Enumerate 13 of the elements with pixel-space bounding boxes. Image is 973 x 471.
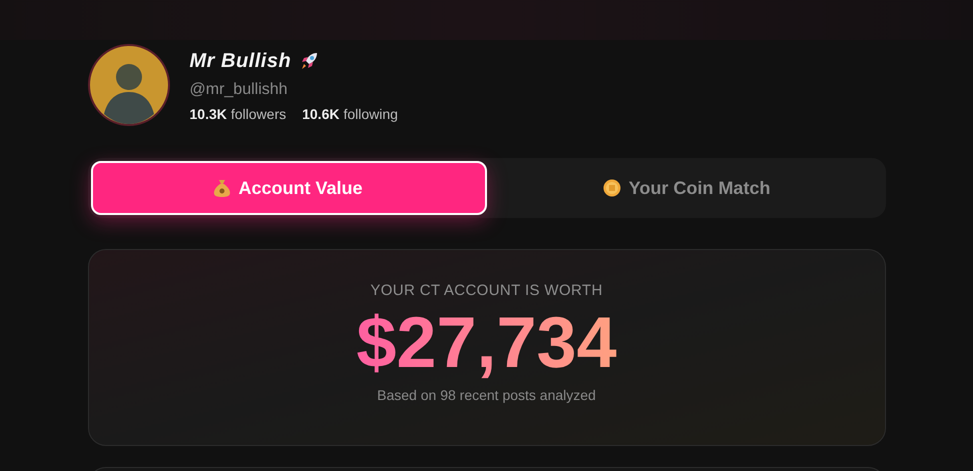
profile-name: Mr Bullish	[190, 48, 292, 74]
followers-count: 10.3K	[190, 104, 227, 124]
value-heading: YOUR CT ACCOUNT IS WORTH	[370, 281, 603, 301]
followers-label: followers	[230, 104, 286, 124]
tab[interactable]: Account Value	[90, 161, 486, 215]
coin-icon	[602, 179, 621, 197]
value-note: Based on 98 recent posts analyzed	[377, 386, 596, 405]
rocket-icon	[299, 50, 320, 70]
following-count: 10.6K	[302, 104, 340, 124]
profile-handle: @mr_bullishh	[190, 80, 289, 100]
tab[interactable]: Your Coin Match	[490, 161, 882, 215]
money-bag-icon	[214, 179, 230, 197]
following-label: following	[343, 104, 398, 124]
